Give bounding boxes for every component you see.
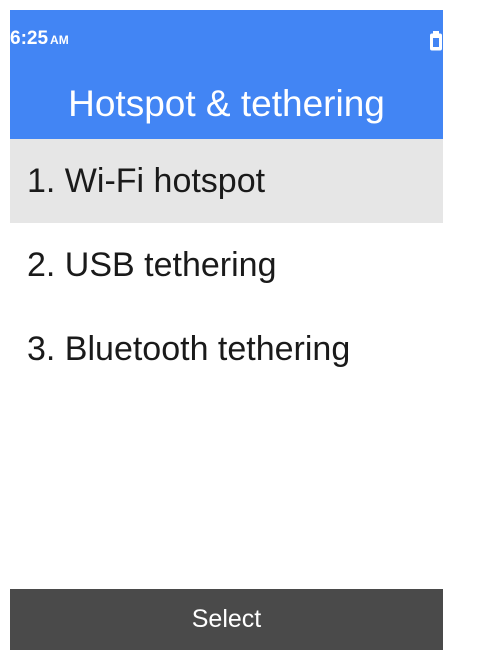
status-clock: 6:25 AM — [10, 29, 69, 50]
page-title: Hotspot & tethering — [68, 83, 385, 124]
battery-icon — [430, 31, 442, 51]
select-softkey-label: Select — [191, 605, 262, 633]
menu-item-usb-tethering[interactable]: 2. USB tethering — [10, 223, 443, 307]
phone-screen: 6:25 AM Hotspot & tethering 1. Wi-Fi hots… — [10, 0, 443, 650]
menu-list: 1. Wi-Fi hotspot 2. USB tethering 3. Blu… — [10, 139, 443, 391]
select-softkey[interactable]: Select — [10, 589, 443, 650]
app-header: 6:25 AM Hotspot & tethering — [10, 10, 443, 139]
status-ampm: AM — [50, 33, 69, 47]
menu-item-bluetooth-tethering[interactable]: 3. Bluetooth tethering — [10, 307, 443, 391]
status-time: 6:25 — [10, 28, 49, 49]
menu-item-wifi-hotspot[interactable]: 1. Wi-Fi hotspot — [10, 139, 443, 223]
